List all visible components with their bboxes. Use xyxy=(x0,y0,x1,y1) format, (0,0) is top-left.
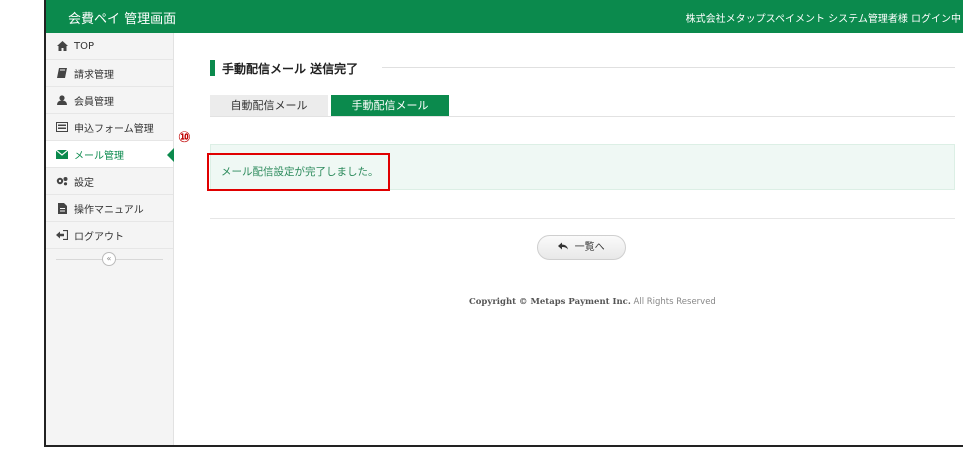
collapse-sidebar-button[interactable]: « xyxy=(102,252,116,266)
back-button-label: 一覧へ xyxy=(574,242,605,253)
title-divider xyxy=(382,67,955,68)
top-header: 会費ペイ 管理画面 株式会社メタップスペイメント システム管理者様 ログイン中 xyxy=(46,0,963,33)
back-to-list-button[interactable]: 一覧へ xyxy=(537,235,626,260)
tab-auto-mail[interactable]: 自動配信メール xyxy=(210,95,328,117)
tab-manual-mail[interactable]: 手動配信メール xyxy=(331,95,449,117)
page-title: 手動配信メール 送信完了 xyxy=(222,62,359,76)
sidebar-collapse-row: « xyxy=(46,249,173,269)
sidebar-item-settings[interactable]: 設定 xyxy=(46,168,173,195)
sidebar-item-mail[interactable]: メール管理 xyxy=(46,141,174,168)
reply-arrow-icon xyxy=(558,242,571,253)
copyright-company: Copyright © Metaps Payment Inc. xyxy=(469,297,631,307)
title-accent-bar xyxy=(210,60,221,76)
annotation-highlight-box xyxy=(207,153,390,191)
sidebar-item-manual[interactable]: 操作マニュアル xyxy=(46,195,173,222)
sidebar: TOP 請求管理 会員管理 申込フォーム管理 メール管理 設定 操作マニュアル … xyxy=(46,33,174,445)
form-icon xyxy=(55,122,69,132)
annotation-marker: ⑩ xyxy=(178,128,191,146)
user-icon xyxy=(55,95,69,105)
home-icon xyxy=(55,41,69,51)
sidebar-item-forms[interactable]: 申込フォーム管理 xyxy=(46,114,173,141)
gears-icon xyxy=(55,176,69,186)
sidebar-item-billing[interactable]: 請求管理 xyxy=(46,60,173,87)
copyright-rights: All Rights Reserved xyxy=(630,297,716,307)
document-icon xyxy=(55,202,69,214)
sidebar-item-top[interactable]: TOP xyxy=(46,33,173,60)
sidebar-item-label: メール管理 xyxy=(74,150,124,162)
sidebar-item-label: 請求管理 xyxy=(74,69,114,81)
sidebar-item-label: 会員管理 xyxy=(74,96,114,108)
logout-icon xyxy=(55,230,69,240)
book-icon xyxy=(55,68,69,78)
sidebar-item-label: 操作マニュアル xyxy=(74,204,144,216)
copyright: Copyright © Metaps Payment Inc. All Righ… xyxy=(469,297,716,307)
app-title[interactable]: 会費ペイ 管理画面 xyxy=(68,8,176,27)
sidebar-item-label: TOP xyxy=(74,40,95,52)
mail-icon xyxy=(55,149,69,159)
sidebar-item-logout[interactable]: ログアウト xyxy=(46,222,173,249)
tab-underline xyxy=(210,116,955,117)
sidebar-item-label: ログアウト xyxy=(74,231,124,243)
sidebar-item-label: 設定 xyxy=(74,177,94,189)
app-frame: 会費ペイ 管理画面 株式会社メタップスペイメント システム管理者様 ログイン中 … xyxy=(44,0,963,447)
login-user-info: 株式会社メタップスペイメント システム管理者様 ログイン中 xyxy=(685,14,961,25)
sidebar-item-members[interactable]: 会員管理 xyxy=(46,87,173,114)
sidebar-item-label: 申込フォーム管理 xyxy=(74,123,154,135)
content-divider xyxy=(210,218,955,219)
